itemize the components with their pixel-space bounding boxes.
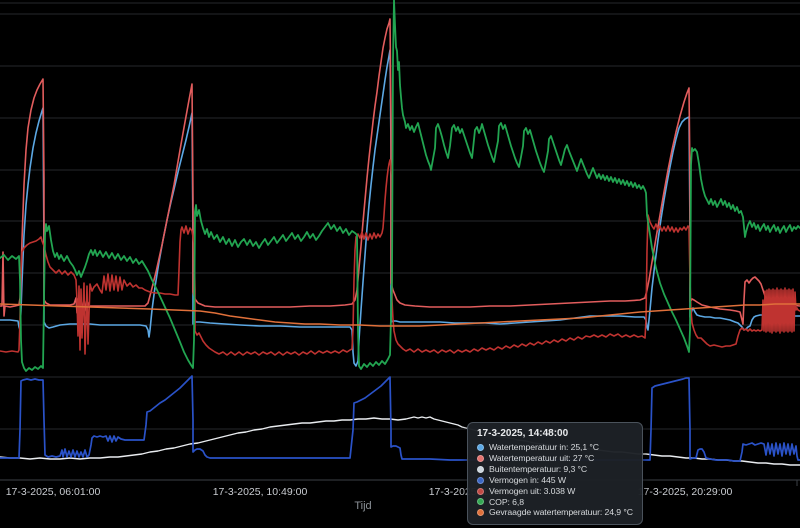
- tooltip-row-label: Vermogen uit: 3.038 W: [489, 485, 576, 496]
- series-line-vermogen_in: [0, 375, 800, 462]
- chart-tooltip: 17-3-2025, 14:48:00 Watertemperatuur in:…: [467, 422, 643, 526]
- tooltip-row: Gevraagde watertemperatuur: 24,9 °C: [477, 507, 633, 518]
- tooltip-row: Vermogen uit: 3.038 W: [477, 486, 633, 497]
- tooltip-row: Buitentemperatuur: 9,3 °C: [477, 464, 633, 475]
- tooltip-row: Vermogen in: 445 W: [477, 475, 633, 486]
- tooltip-row-label: Vermogen in: 445 W: [489, 474, 566, 485]
- series-line-cop: [0, 0, 800, 372]
- x-axis-title: Tijd: [354, 500, 372, 512]
- series-color-dot: [477, 465, 484, 473]
- series-color-dot: [477, 487, 484, 495]
- tooltip-timestamp: 17-3-2025, 14:48:00: [477, 428, 569, 439]
- x-axis-tick-label: 17-3-2025, 10:49:00: [212, 486, 308, 498]
- chart-widget: 17-3-2025, 06:01:00 17-3-2025, 10:49:00 17…: [0, 0, 800, 528]
- series-color-dot: [477, 476, 484, 484]
- series-line-buitentemp: [0, 416, 800, 466]
- tooltip-row-label: Buitentemperatuur: 9,3 °C: [489, 463, 588, 474]
- series-color-dot: [477, 454, 484, 462]
- series-color-dot: [477, 443, 484, 451]
- tooltip-row: COP: 6,8: [477, 497, 633, 508]
- series-line-watertemp_in: [0, 49, 800, 367]
- x-axis-tick-label: 17-3-2025, 20:29:00: [637, 486, 733, 498]
- tooltip-rows: Watertemperatuur in: 25,1 °C Watertempera…: [477, 442, 633, 518]
- tooltip-row-label: Watertemperatuur in: 25,1 °C: [489, 442, 599, 452]
- series-color-dot: [477, 498, 484, 506]
- x-axis-tick-label: 17-3-2025, 06:01:00: [5, 486, 101, 498]
- chart-plot-area[interactable]: [0, 0, 800, 528]
- series-color-dot: [477, 509, 484, 517]
- tooltip-row-label: Gevraagde watertemperatuur: 24,9 °C: [489, 507, 633, 518]
- tooltip-row-label: COP: 6,8: [489, 496, 524, 507]
- tooltip-row: Watertemperatuur uit: 27 °C: [477, 453, 633, 464]
- tooltip-row: Watertemperatuur in: 25,1 °C: [477, 442, 633, 453]
- tooltip-row-label: Watertemperatuur uit: 27 °C: [489, 452, 595, 463]
